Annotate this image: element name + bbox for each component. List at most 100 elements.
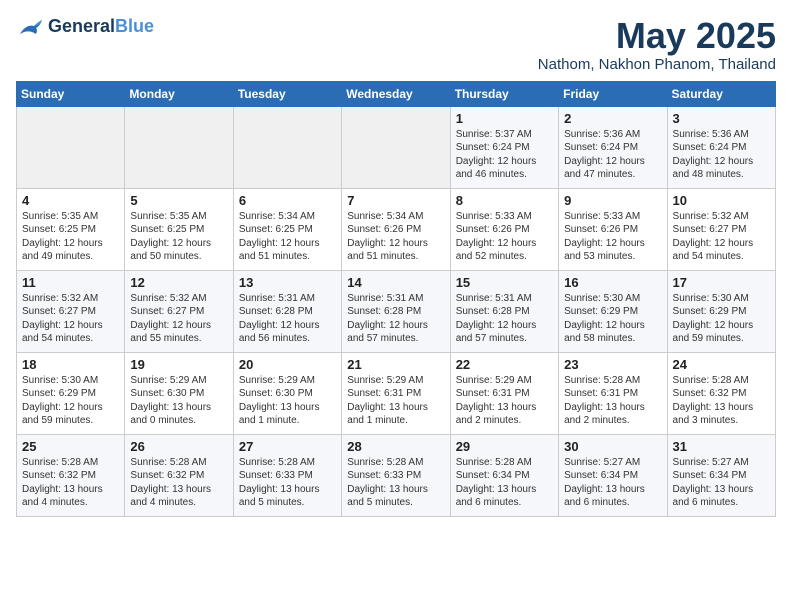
day-info: Sunrise: 5:27 AM Sunset: 6:34 PM Dayligh… bbox=[673, 456, 770, 510]
calendar-cell: 10Sunrise: 5:32 AM Sunset: 6:27 PM Dayli… bbox=[667, 188, 775, 270]
calendar-cell: 28Sunrise: 5:28 AM Sunset: 6:33 PM Dayli… bbox=[342, 434, 450, 516]
title-block: May 2025 Nathom, Nakhon Phanom, Thailand bbox=[538, 16, 776, 73]
day-info: Sunrise: 5:28 AM Sunset: 6:32 PM Dayligh… bbox=[673, 374, 770, 428]
day-info: Sunrise: 5:28 AM Sunset: 6:33 PM Dayligh… bbox=[239, 456, 336, 510]
logo-icon bbox=[16, 16, 44, 38]
day-number: 9 bbox=[564, 193, 661, 208]
calendar-cell: 23 Sunrise: 5:28 AM Sunset: 6:31 PM Dayli… bbox=[559, 352, 667, 434]
day-info: Sunrise: 5:28 AM Sunset: 6:32 PM Dayligh… bbox=[130, 456, 227, 510]
day-number: 31 bbox=[673, 439, 770, 454]
day-number: 28 bbox=[347, 439, 444, 454]
day-info: Sunrise: 5:31 AM Sunset: 6:28 PM Dayligh… bbox=[239, 292, 336, 346]
calendar-cell: 9Sunrise: 5:33 AM Sunset: 6:26 PM Daylig… bbox=[559, 188, 667, 270]
calendar-cell: 3Sunrise: 5:36 AM Sunset: 6:24 PM Daylig… bbox=[667, 106, 775, 188]
day-number: 19 bbox=[130, 357, 227, 372]
calendar-cell: 31 Sunrise: 5:27 AM Sunset: 6:34 PM Dayli… bbox=[667, 434, 775, 516]
calendar-cell: 25 Sunrise: 5:28 AM Sunset: 6:32 PM Dayli… bbox=[17, 434, 125, 516]
day-info: Sunrise: 5:31 AM Sunset: 6:28 PM Dayligh… bbox=[456, 292, 553, 346]
calendar-table: Sunday Monday Tuesday Wednesday Thursday… bbox=[16, 81, 776, 517]
day-number: 21 bbox=[347, 357, 444, 372]
calendar-cell: 1Sunrise: 5:37 AM Sunset: 6:24 PM Daylig… bbox=[450, 106, 558, 188]
day-info: Sunrise: 5:30 AM Sunset: 6:29 PM Dayligh… bbox=[22, 374, 119, 428]
day-number: 8 bbox=[456, 193, 553, 208]
calendar-cell: 20Sunrise: 5:29 AM Sunset: 6:30 PM Dayli… bbox=[233, 352, 341, 434]
day-info: Sunrise: 5:37 AM Sunset: 6:24 PM Dayligh… bbox=[456, 128, 553, 182]
day-number: 13 bbox=[239, 275, 336, 290]
day-number: 11 bbox=[22, 275, 119, 290]
calendar-cell bbox=[342, 106, 450, 188]
calendar-cell bbox=[125, 106, 233, 188]
calendar-cell: 30 Sunrise: 5:27 AM Sunset: 6:34 PM Dayli… bbox=[559, 434, 667, 516]
header-sunday: Sunday bbox=[17, 81, 125, 106]
day-info: Sunrise: 5:28 AM Sunset: 6:34 PM Dayligh… bbox=[456, 456, 553, 510]
day-info: Sunrise: 5:30 AM Sunset: 6:29 PM Dayligh… bbox=[564, 292, 661, 346]
calendar-cell bbox=[233, 106, 341, 188]
day-info: Sunrise: 5:34 AM Sunset: 6:25 PM Dayligh… bbox=[239, 210, 336, 264]
day-number: 6 bbox=[239, 193, 336, 208]
calendar-cell: 11 Sunrise: 5:32 AM Sunset: 6:27 PM Dayli… bbox=[17, 270, 125, 352]
calendar-cell: 26 Sunrise: 5:28 AM Sunset: 6:32 PM Dayli… bbox=[125, 434, 233, 516]
calendar-cell: 17 Sunrise: 5:30 AM Sunset: 6:29 PM Dayli… bbox=[667, 270, 775, 352]
day-info: Sunrise: 5:29 AM Sunset: 6:31 PM Dayligh… bbox=[347, 374, 444, 428]
day-number: 12 bbox=[130, 275, 227, 290]
logo-text: GeneralBlue bbox=[48, 17, 154, 37]
calendar-week-1: 1Sunrise: 5:37 AM Sunset: 6:24 PM Daylig… bbox=[17, 106, 776, 188]
header-monday: Monday bbox=[125, 81, 233, 106]
calendar-cell: 2 Sunrise: 5:36 AM Sunset: 6:24 PM Daylig… bbox=[559, 106, 667, 188]
calendar-cell: 6 Sunrise: 5:34 AM Sunset: 6:25 PM Daylig… bbox=[233, 188, 341, 270]
calendar-cell: 16Sunrise: 5:30 AM Sunset: 6:29 PM Dayli… bbox=[559, 270, 667, 352]
calendar-cell: 22 Sunrise: 5:29 AM Sunset: 6:31 PM Dayli… bbox=[450, 352, 558, 434]
calendar-week-2: 4 Sunrise: 5:35 AM Sunset: 6:25 PM Daylig… bbox=[17, 188, 776, 270]
calendar-cell: 15 Sunrise: 5:31 AM Sunset: 6:28 PM Dayli… bbox=[450, 270, 558, 352]
day-info: Sunrise: 5:30 AM Sunset: 6:29 PM Dayligh… bbox=[673, 292, 770, 346]
day-number: 14 bbox=[347, 275, 444, 290]
day-number: 4 bbox=[22, 193, 119, 208]
calendar-cell: 12 Sunrise: 5:32 AM Sunset: 6:27 PM Dayli… bbox=[125, 270, 233, 352]
calendar-week-5: 25 Sunrise: 5:28 AM Sunset: 6:32 PM Dayli… bbox=[17, 434, 776, 516]
day-info: Sunrise: 5:35 AM Sunset: 6:25 PM Dayligh… bbox=[130, 210, 227, 264]
header-thursday: Thursday bbox=[450, 81, 558, 106]
day-number: 25 bbox=[22, 439, 119, 454]
calendar-cell: 21 Sunrise: 5:29 AM Sunset: 6:31 PM Dayli… bbox=[342, 352, 450, 434]
logo: GeneralBlue bbox=[16, 16, 154, 38]
day-number: 26 bbox=[130, 439, 227, 454]
calendar-cell: 8 Sunrise: 5:33 AM Sunset: 6:26 PM Daylig… bbox=[450, 188, 558, 270]
day-number: 5 bbox=[130, 193, 227, 208]
header-wednesday: Wednesday bbox=[342, 81, 450, 106]
calendar-cell: 5 Sunrise: 5:35 AM Sunset: 6:25 PM Daylig… bbox=[125, 188, 233, 270]
day-info: Sunrise: 5:29 AM Sunset: 6:30 PM Dayligh… bbox=[130, 374, 227, 428]
calendar-subtitle: Nathom, Nakhon Phanom, Thailand bbox=[538, 56, 776, 73]
day-info: Sunrise: 5:35 AM Sunset: 6:25 PM Dayligh… bbox=[22, 210, 119, 264]
calendar-cell: 7Sunrise: 5:34 AM Sunset: 6:26 PM Daylig… bbox=[342, 188, 450, 270]
calendar-cell: 4 Sunrise: 5:35 AM Sunset: 6:25 PM Daylig… bbox=[17, 188, 125, 270]
day-info: Sunrise: 5:32 AM Sunset: 6:27 PM Dayligh… bbox=[673, 210, 770, 264]
day-number: 15 bbox=[456, 275, 553, 290]
day-info: Sunrise: 5:32 AM Sunset: 6:27 PM Dayligh… bbox=[22, 292, 119, 346]
calendar-title: May 2025 bbox=[538, 16, 776, 56]
day-info: Sunrise: 5:28 AM Sunset: 6:32 PM Dayligh… bbox=[22, 456, 119, 510]
day-number: 30 bbox=[564, 439, 661, 454]
header-friday: Friday bbox=[559, 81, 667, 106]
page-header: GeneralBlue May 2025 Nathom, Nakhon Phan… bbox=[16, 16, 776, 73]
day-info: Sunrise: 5:27 AM Sunset: 6:34 PM Dayligh… bbox=[564, 456, 661, 510]
day-number: 7 bbox=[347, 193, 444, 208]
calendar-cell: 14 Sunrise: 5:31 AM Sunset: 6:28 PM Dayli… bbox=[342, 270, 450, 352]
day-number: 23 bbox=[564, 357, 661, 372]
day-info: Sunrise: 5:28 AM Sunset: 6:31 PM Dayligh… bbox=[564, 374, 661, 428]
calendar-cell: 19 Sunrise: 5:29 AM Sunset: 6:30 PM Dayli… bbox=[125, 352, 233, 434]
day-info: Sunrise: 5:32 AM Sunset: 6:27 PM Dayligh… bbox=[130, 292, 227, 346]
header-row: Sunday Monday Tuesday Wednesday Thursday… bbox=[17, 81, 776, 106]
day-number: 20 bbox=[239, 357, 336, 372]
day-info: Sunrise: 5:29 AM Sunset: 6:31 PM Dayligh… bbox=[456, 374, 553, 428]
calendar-week-3: 11 Sunrise: 5:32 AM Sunset: 6:27 PM Dayli… bbox=[17, 270, 776, 352]
day-info: Sunrise: 5:36 AM Sunset: 6:24 PM Dayligh… bbox=[564, 128, 661, 182]
calendar-cell: 29Sunrise: 5:28 AM Sunset: 6:34 PM Dayli… bbox=[450, 434, 558, 516]
day-info: Sunrise: 5:31 AM Sunset: 6:28 PM Dayligh… bbox=[347, 292, 444, 346]
day-number: 17 bbox=[673, 275, 770, 290]
day-info: Sunrise: 5:33 AM Sunset: 6:26 PM Dayligh… bbox=[456, 210, 553, 264]
calendar-cell: 27Sunrise: 5:28 AM Sunset: 6:33 PM Dayli… bbox=[233, 434, 341, 516]
day-number: 2 bbox=[564, 111, 661, 126]
day-number: 3 bbox=[673, 111, 770, 126]
header-tuesday: Tuesday bbox=[233, 81, 341, 106]
day-number: 22 bbox=[456, 357, 553, 372]
